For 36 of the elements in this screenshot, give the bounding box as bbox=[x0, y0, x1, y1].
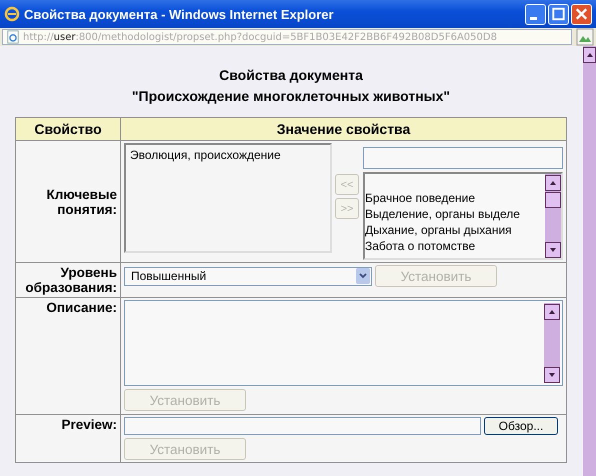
keywords-list[interactable]: Брачное поведение Выделение, органы выделе Дыхание, органы дыхания Забота о потомстве bbox=[363, 172, 563, 260]
url-path: :800/methodologist/propset.php?docguid=5BF1B03E42F2BB6F492B08D5F6A050D8 bbox=[75, 32, 497, 42]
close-button[interactable] bbox=[571, 4, 592, 24]
list-item[interactable]: Забота о потомстве bbox=[365, 238, 545, 254]
chosen-keywords-list[interactable]: Эволюция, происхождение bbox=[124, 143, 332, 253]
browser-logo-icon bbox=[4, 6, 20, 22]
list-item[interactable]: Брачное поведение bbox=[365, 190, 545, 206]
field-label: Ключевые понятия: bbox=[46, 186, 117, 216]
dropdown-caret-icon bbox=[356, 268, 370, 284]
page-icon bbox=[6, 30, 20, 44]
window-title: Свойства документа - Windows Internet Explorer bbox=[24, 6, 335, 22]
page-scrollbar[interactable] bbox=[583, 46, 596, 476]
address-field[interactable]: http://user:800/methodologist/propset.php?docguid=5BF1B03E42F2BB6F492B08D5F6A050D8 bbox=[2, 29, 572, 45]
file-path-field[interactable] bbox=[124, 417, 481, 435]
list-item[interactable]: Выделение, органы выделе bbox=[365, 206, 545, 222]
list-item[interactable]: Дыхание, органы дыхания bbox=[365, 222, 545, 238]
url-host: user bbox=[54, 32, 76, 42]
page-title: Свойства документа bbox=[219, 66, 363, 85]
keyword-filter-field[interactable] bbox=[363, 147, 563, 169]
column-header: Значение свойства bbox=[120, 118, 566, 140]
field-label: Preview: bbox=[61, 417, 117, 432]
page-title: "Происхождение многоклеточных животных" bbox=[132, 87, 450, 106]
scrollbar-thumb[interactable] bbox=[545, 192, 561, 208]
minimize-icon bbox=[530, 16, 537, 20]
browse-button[interactable]: Обзор... bbox=[484, 417, 558, 435]
field-label: Уровень образования: bbox=[25, 265, 117, 295]
field-label: Описание: bbox=[46, 300, 117, 315]
minimize-button[interactable] bbox=[525, 4, 546, 24]
picture-icon[interactable] bbox=[576, 28, 594, 46]
url-scheme: http:// bbox=[23, 32, 54, 42]
scrollbar[interactable] bbox=[545, 174, 561, 258]
column-header: Свойство bbox=[16, 118, 120, 140]
maximize-button[interactable] bbox=[548, 4, 569, 24]
description-field[interactable] bbox=[124, 300, 563, 386]
education-level-dropdown[interactable]: Повышенный bbox=[124, 266, 372, 286]
list-item[interactable]: Эволюция, происхождение bbox=[130, 147, 326, 163]
